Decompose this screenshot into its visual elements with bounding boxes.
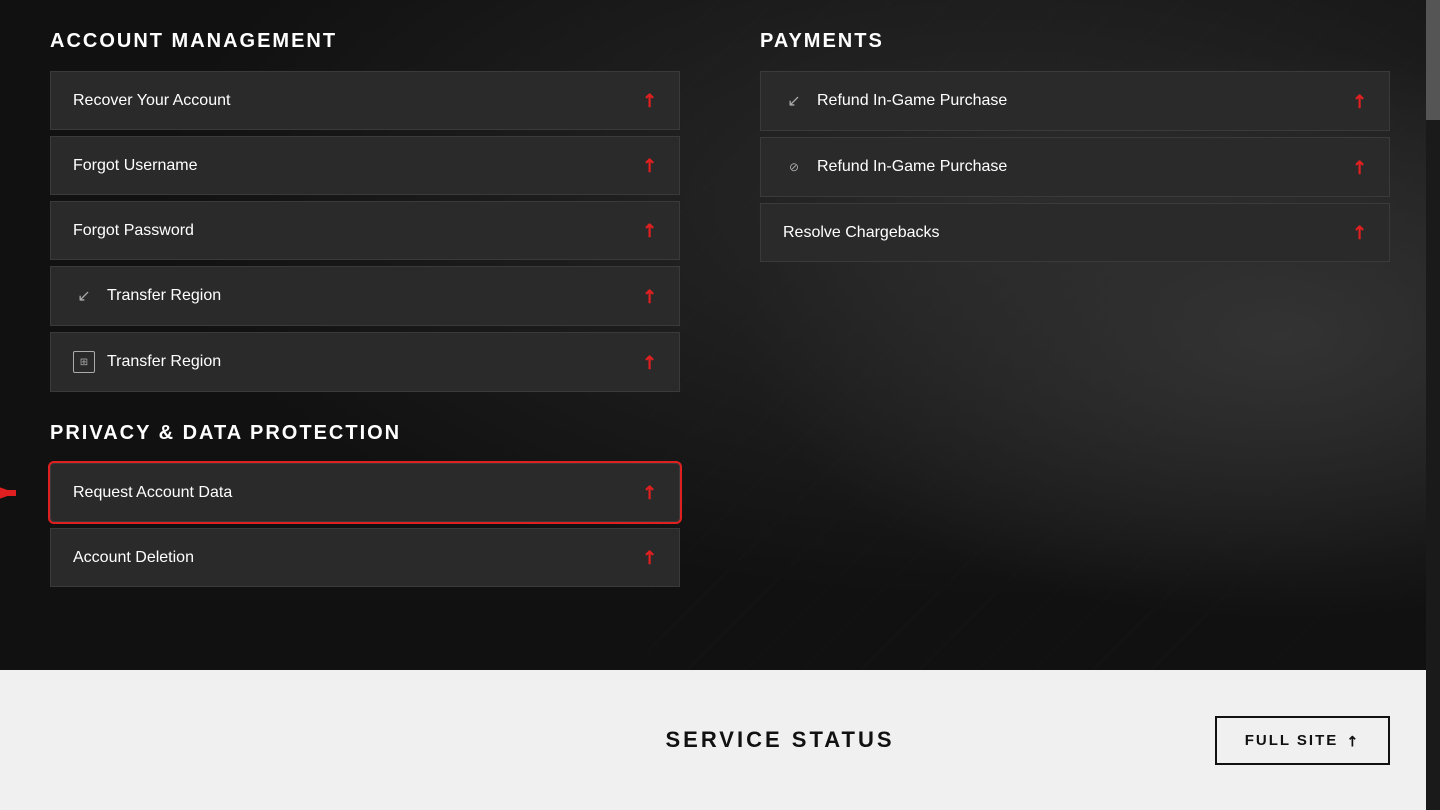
forgot-password-arrow-icon: ↗: [637, 218, 663, 244]
full-site-arrow-icon: ↗: [1342, 729, 1364, 751]
transfer-region-1-label: Transfer Region: [107, 287, 221, 305]
account-deletion-item[interactable]: Account Deletion ↗: [50, 528, 680, 587]
refund-ingame-2-item[interactable]: ⊘ Refund In-Game Purchase ↗: [760, 137, 1390, 197]
refund-ingame-2-label: Refund In-Game Purchase: [817, 158, 1007, 176]
privacy-list: Request Account Data ↗ Account Deletion …: [50, 463, 680, 587]
transfer-region-2-arrow-icon: ↗: [637, 349, 663, 375]
pointer-arrow-svg: [0, 475, 31, 511]
forgot-username-item[interactable]: Forgot Username ↗: [50, 136, 680, 195]
transfer-region-2-label: Transfer Region: [107, 353, 221, 371]
resolve-chargebacks-arrow-icon: ↗: [1347, 220, 1373, 246]
transfer-region-1-game-icon: ↙: [73, 285, 95, 307]
transfer-region-2-item[interactable]: ⊞ Transfer Region ↗: [50, 332, 680, 392]
forgot-username-label: Forgot Username: [73, 157, 198, 175]
payments-title: PAYMENTS: [760, 30, 1390, 53]
refund-ingame-2-arrow-icon: ↗: [1347, 154, 1373, 180]
privacy-section: PRIVACY & DATA PROTECTION: [50, 422, 680, 587]
footer: SERVICE STATUS FULL SITE ↗: [0, 670, 1440, 810]
request-account-data-label: Request Account Data: [73, 484, 232, 502]
footer-right: FULL SITE ↗: [1090, 716, 1390, 765]
forgot-password-label: Forgot Password: [73, 222, 194, 240]
privacy-title: PRIVACY & DATA PROTECTION: [50, 422, 680, 445]
footer-left-space: [50, 670, 470, 810]
scrollbar-thumb[interactable]: [1426, 0, 1440, 120]
account-management-section: ACCOUNT MANAGEMENT Recover Your Account …: [50, 30, 680, 392]
account-management-title: ACCOUNT MANAGEMENT: [50, 30, 680, 53]
footer-middle: SERVICE STATUS: [470, 727, 1090, 753]
account-deletion-arrow-icon: ↗: [637, 545, 663, 571]
transfer-region-2-game-icon: ⊞: [73, 351, 95, 373]
full-site-button[interactable]: FULL SITE ↗: [1215, 716, 1390, 765]
refund-ingame-1-arrow-icon: ↗: [1347, 88, 1373, 114]
resolve-chargebacks-item[interactable]: Resolve Chargebacks ↗: [760, 203, 1390, 262]
payments-section: PAYMENTS ↙ Refund In-Game Purchase ↗ ⊘ R…: [760, 30, 1390, 262]
resolve-chargebacks-label: Resolve Chargebacks: [783, 224, 940, 242]
account-management-list: Recover Your Account ↗ Forgot Username ↗…: [50, 71, 680, 392]
refund-ingame-2-game-icon: ⊘: [783, 156, 805, 178]
request-account-data-arrow-icon: ↗: [637, 480, 663, 506]
refund-ingame-1-item[interactable]: ↙ Refund In-Game Purchase ↗: [760, 71, 1390, 131]
payments-list: ↙ Refund In-Game Purchase ↗ ⊘ Refund In-…: [760, 71, 1390, 262]
transfer-region-1-arrow-icon: ↗: [637, 283, 663, 309]
service-status-label: SERVICE STATUS: [665, 727, 894, 753]
account-deletion-label: Account Deletion: [73, 549, 194, 567]
full-site-label: FULL SITE: [1245, 732, 1339, 749]
scrollbar[interactable]: [1426, 0, 1440, 810]
refund-ingame-1-game-icon: ↙: [783, 90, 805, 112]
transfer-region-1-item[interactable]: ↙ Transfer Region ↗: [50, 266, 680, 326]
recover-account-arrow-icon: ↗: [637, 88, 663, 114]
pointer-arrow: [0, 475, 31, 511]
forgot-username-arrow-icon: ↗: [637, 153, 663, 179]
forgot-password-item[interactable]: Forgot Password ↗: [50, 201, 680, 260]
request-account-data-item[interactable]: Request Account Data ↗: [50, 463, 680, 522]
recover-account-label: Recover Your Account: [73, 92, 230, 110]
recover-account-item[interactable]: Recover Your Account ↗: [50, 71, 680, 130]
refund-ingame-1-label: Refund In-Game Purchase: [817, 92, 1007, 110]
